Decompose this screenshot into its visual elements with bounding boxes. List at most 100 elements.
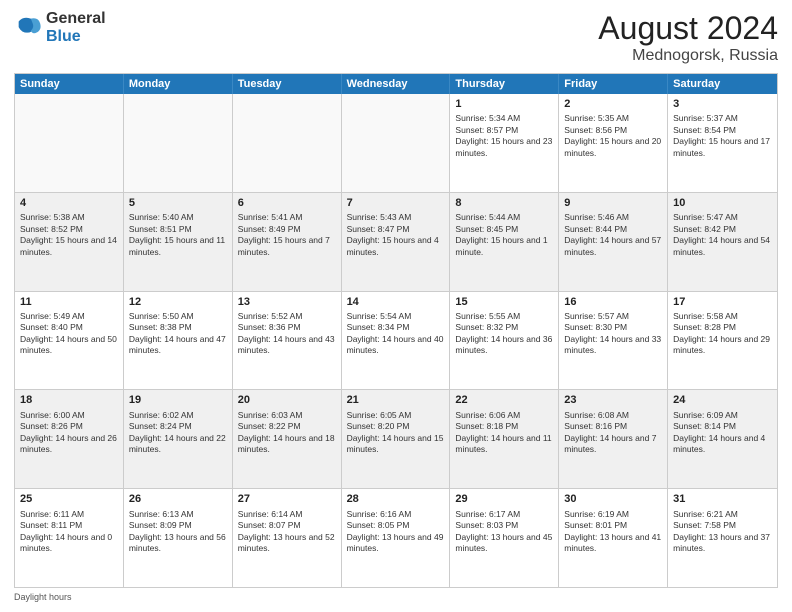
logo-general-text: General xyxy=(46,10,106,28)
calendar-cell: 3Sunrise: 5:37 AM Sunset: 8:54 PM Daylig… xyxy=(668,94,777,192)
header: General Blue August 2024 Mednogorsk, Rus… xyxy=(14,10,778,65)
day-number: 17 xyxy=(673,295,772,310)
cell-details: Sunrise: 5:37 AM Sunset: 8:54 PM Dayligh… xyxy=(673,113,772,159)
day-number: 13 xyxy=(238,295,336,310)
calendar-cell: 25Sunrise: 6:11 AM Sunset: 8:11 PM Dayli… xyxy=(15,489,124,587)
day-number: 14 xyxy=(347,295,445,310)
logo-text: General Blue xyxy=(46,10,106,45)
calendar-cell: 14Sunrise: 5:54 AM Sunset: 8:34 PM Dayli… xyxy=(342,292,451,390)
calendar-cell xyxy=(233,94,342,192)
calendar-cell: 2Sunrise: 5:35 AM Sunset: 8:56 PM Daylig… xyxy=(559,94,668,192)
day-number: 18 xyxy=(20,393,118,408)
calendar: Sunday Monday Tuesday Wednesday Thursday… xyxy=(14,73,778,588)
calendar-cell: 12Sunrise: 5:50 AM Sunset: 8:38 PM Dayli… xyxy=(124,292,233,390)
cell-details: Sunrise: 6:21 AM Sunset: 7:58 PM Dayligh… xyxy=(673,509,772,555)
cell-details: Sunrise: 6:03 AM Sunset: 8:22 PM Dayligh… xyxy=(238,410,336,456)
footer-note: Daylight hours xyxy=(14,592,778,602)
header-tuesday: Tuesday xyxy=(233,74,342,94)
calendar-cell: 17Sunrise: 5:58 AM Sunset: 8:28 PM Dayli… xyxy=(668,292,777,390)
cell-details: Sunrise: 5:43 AM Sunset: 8:47 PM Dayligh… xyxy=(347,212,445,258)
calendar-row-1: 1Sunrise: 5:34 AM Sunset: 8:57 PM Daylig… xyxy=(15,94,777,192)
day-number: 23 xyxy=(564,393,662,408)
cell-details: Sunrise: 6:02 AM Sunset: 8:24 PM Dayligh… xyxy=(129,410,227,456)
day-number: 27 xyxy=(238,492,336,507)
calendar-row-2: 4Sunrise: 5:38 AM Sunset: 8:52 PM Daylig… xyxy=(15,192,777,291)
cell-details: Sunrise: 6:09 AM Sunset: 8:14 PM Dayligh… xyxy=(673,410,772,456)
calendar-cell: 16Sunrise: 5:57 AM Sunset: 8:30 PM Dayli… xyxy=(559,292,668,390)
calendar-cell: 22Sunrise: 6:06 AM Sunset: 8:18 PM Dayli… xyxy=(450,390,559,488)
cell-details: Sunrise: 6:00 AM Sunset: 8:26 PM Dayligh… xyxy=(20,410,118,456)
cell-details: Sunrise: 5:35 AM Sunset: 8:56 PM Dayligh… xyxy=(564,113,662,159)
day-number: 1 xyxy=(455,97,553,112)
cell-details: Sunrise: 6:11 AM Sunset: 8:11 PM Dayligh… xyxy=(20,509,118,555)
calendar-cell: 20 Sunrise: 6:03 AM Sunset: 8:22 PM Dayli… xyxy=(233,390,342,488)
day-number: 28 xyxy=(347,492,445,507)
calendar-row-5: 25Sunrise: 6:11 AM Sunset: 8:11 PM Dayli… xyxy=(15,488,777,587)
cell-details: Sunrise: 5:54 AM Sunset: 8:34 PM Dayligh… xyxy=(347,311,445,357)
title-block: August 2024 Mednogorsk, Russia xyxy=(598,10,778,65)
day-number: 31 xyxy=(673,492,772,507)
day-number: 20 xyxy=(238,393,336,408)
calendar-row-4: 18 Sunrise: 6:00 AM Sunset: 8:26 PM Dayli… xyxy=(15,389,777,488)
cell-details: Sunrise: 5:40 AM Sunset: 8:51 PM Dayligh… xyxy=(129,212,227,258)
calendar-cell: 23 Sunrise: 6:08 AM Sunset: 8:16 PM Dayli… xyxy=(559,390,668,488)
cell-details: Sunrise: 6:19 AM Sunset: 8:01 PM Dayligh… xyxy=(564,509,662,555)
cell-details: Sunrise: 5:57 AM Sunset: 8:30 PM Dayligh… xyxy=(564,311,662,357)
day-number: 9 xyxy=(564,196,662,211)
cell-details: Sunrise: 5:34 AM Sunset: 8:57 PM Dayligh… xyxy=(455,113,553,159)
calendar-row-3: 11Sunrise: 5:49 AM Sunset: 8:40 PM Dayli… xyxy=(15,291,777,390)
calendar-cell: 28 Sunrise: 6:16 AM Sunset: 8:05 PM Dayli… xyxy=(342,489,451,587)
cell-details: Sunrise: 6:17 AM Sunset: 8:03 PM Dayligh… xyxy=(455,509,553,555)
day-number: 15 xyxy=(455,295,553,310)
cell-details: Sunrise: 6:05 AM Sunset: 8:20 PM Dayligh… xyxy=(347,410,445,456)
page: General Blue August 2024 Mednogorsk, Rus… xyxy=(0,0,792,612)
day-number: 10 xyxy=(673,196,772,211)
calendar-cell: 6Sunrise: 5:41 AM Sunset: 8:49 PM Daylig… xyxy=(233,193,342,291)
day-number: 30 xyxy=(564,492,662,507)
day-number: 3 xyxy=(673,97,772,112)
day-number: 2 xyxy=(564,97,662,112)
calendar-cell: 10Sunrise: 5:47 AM Sunset: 8:42 PM Dayli… xyxy=(668,193,777,291)
calendar-cell: 8Sunrise: 5:44 AM Sunset: 8:45 PM Daylig… xyxy=(450,193,559,291)
day-number: 12 xyxy=(129,295,227,310)
cell-details: Sunrise: 6:16 AM Sunset: 8:05 PM Dayligh… xyxy=(347,509,445,555)
logo-icon xyxy=(14,14,42,42)
calendar-cell: 19Sunrise: 6:02 AM Sunset: 8:24 PM Dayli… xyxy=(124,390,233,488)
header-wednesday: Wednesday xyxy=(342,74,451,94)
calendar-cell xyxy=(342,94,451,192)
calendar-header: Sunday Monday Tuesday Wednesday Thursday… xyxy=(15,74,777,94)
calendar-cell: 1Sunrise: 5:34 AM Sunset: 8:57 PM Daylig… xyxy=(450,94,559,192)
day-number: 26 xyxy=(129,492,227,507)
day-number: 6 xyxy=(238,196,336,211)
calendar-cell: 5Sunrise: 5:40 AM Sunset: 8:51 PM Daylig… xyxy=(124,193,233,291)
day-number: 24 xyxy=(673,393,772,408)
title-month: August 2024 xyxy=(598,10,778,47)
cell-details: Sunrise: 5:50 AM Sunset: 8:38 PM Dayligh… xyxy=(129,311,227,357)
title-location: Mednogorsk, Russia xyxy=(598,47,778,65)
calendar-body: 1Sunrise: 5:34 AM Sunset: 8:57 PM Daylig… xyxy=(15,94,777,587)
calendar-cell: 29Sunrise: 6:17 AM Sunset: 8:03 PM Dayli… xyxy=(450,489,559,587)
cell-details: Sunrise: 5:47 AM Sunset: 8:42 PM Dayligh… xyxy=(673,212,772,258)
day-number: 21 xyxy=(347,393,445,408)
calendar-cell: 30 Sunrise: 6:19 AM Sunset: 8:01 PM Dayli… xyxy=(559,489,668,587)
day-number: 16 xyxy=(564,295,662,310)
day-number: 4 xyxy=(20,196,118,211)
calendar-cell: 26Sunrise: 6:13 AM Sunset: 8:09 PM Dayli… xyxy=(124,489,233,587)
calendar-cell: 18 Sunrise: 6:00 AM Sunset: 8:26 PM Dayli… xyxy=(15,390,124,488)
calendar-cell: 27Sunrise: 6:14 AM Sunset: 8:07 PM Dayli… xyxy=(233,489,342,587)
logo: General Blue xyxy=(14,10,106,45)
cell-details: Sunrise: 6:08 AM Sunset: 8:16 PM Dayligh… xyxy=(564,410,662,456)
header-monday: Monday xyxy=(124,74,233,94)
footer-daylight: Daylight hours xyxy=(14,592,72,602)
header-sunday: Sunday xyxy=(15,74,124,94)
calendar-cell: 24 Sunrise: 6:09 AM Sunset: 8:14 PM Dayli… xyxy=(668,390,777,488)
day-number: 7 xyxy=(347,196,445,211)
calendar-cell: 11Sunrise: 5:49 AM Sunset: 8:40 PM Dayli… xyxy=(15,292,124,390)
day-number: 5 xyxy=(129,196,227,211)
calendar-cell: 15Sunrise: 5:55 AM Sunset: 8:32 PM Dayli… xyxy=(450,292,559,390)
header-friday: Friday xyxy=(559,74,668,94)
cell-details: Sunrise: 5:38 AM Sunset: 8:52 PM Dayligh… xyxy=(20,212,118,258)
calendar-cell xyxy=(124,94,233,192)
calendar-cell: 7Sunrise: 5:43 AM Sunset: 8:47 PM Daylig… xyxy=(342,193,451,291)
header-thursday: Thursday xyxy=(450,74,559,94)
